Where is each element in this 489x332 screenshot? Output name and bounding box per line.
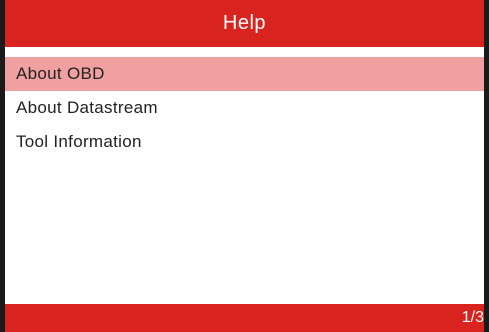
- scanner-screen: Help About OBD About Datastream Tool Inf…: [0, 0, 489, 332]
- help-menu: About OBD About Datastream Tool Informat…: [5, 57, 484, 159]
- page-title: Help: [5, 0, 484, 47]
- page-indicator: 1/3: [461, 309, 484, 326]
- menu-item-about-obd[interactable]: About OBD: [5, 57, 484, 91]
- status-bar: 1/3: [5, 304, 484, 332]
- menu-item-tool-information[interactable]: Tool Information: [5, 125, 484, 159]
- menu-item-about-datastream[interactable]: About Datastream: [5, 91, 484, 125]
